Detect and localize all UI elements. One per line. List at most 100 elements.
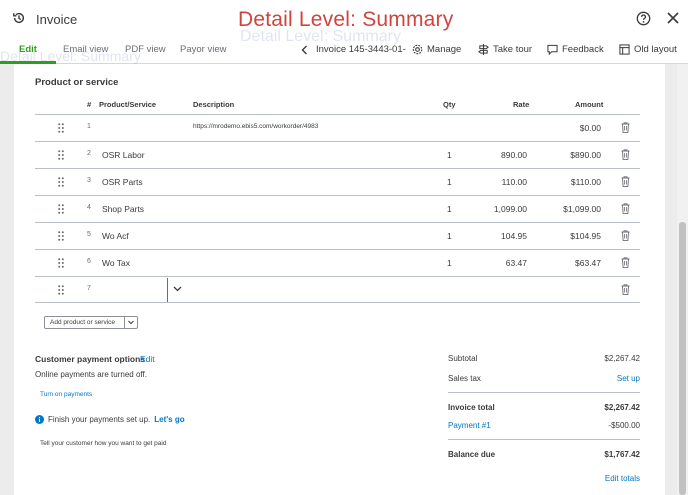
line-items: 1 https://mrodemo.ebis5.com/workorder/498… [35, 114, 640, 303]
history-icon[interactable] [12, 11, 26, 25]
tab-bar: Edit Email view PDF view Payor view Invo… [0, 38, 688, 64]
turn-on-payments-link[interactable]: Turn on payments [40, 391, 92, 398]
amount-cell: $0.00 [579, 123, 601, 133]
balance-due-value: $1,767.42 [604, 450, 640, 459]
finish-setup-notice: Finish your payments set up. Let's go [35, 415, 185, 424]
payment-status-text: Online payments are turned off. [35, 370, 147, 379]
trash-icon[interactable] [621, 176, 630, 187]
edit-totals-link[interactable]: Edit totals [605, 474, 640, 483]
trash-icon[interactable] [621, 149, 630, 160]
row-number: 6 [87, 258, 91, 265]
row-number: 2 [87, 150, 91, 157]
trash-icon[interactable] [621, 230, 630, 241]
drag-handle-icon[interactable] [58, 150, 64, 160]
speech-bubble-icon [547, 44, 558, 55]
finish-setup-text: Finish your payments set up. [48, 415, 151, 424]
trash-icon[interactable] [621, 284, 630, 295]
rate-cell[interactable]: 890.00 [501, 150, 527, 160]
tab-payor-view[interactable]: Payor view [180, 44, 226, 55]
table-row[interactable]: 1 https://mrodemo.ebis5.com/workorder/498… [35, 114, 640, 141]
col-rate: Rate [513, 100, 530, 109]
payment-link[interactable]: Payment #1 [448, 421, 491, 430]
add-product-dropdown[interactable] [124, 317, 137, 328]
add-product-button[interactable]: Add product or service [44, 316, 138, 329]
signpost-icon [478, 44, 489, 55]
rate-cell[interactable]: 63.47 [506, 258, 527, 268]
table-row[interactable]: 5 Wo Acf 1 104.95 $104.95 [35, 222, 640, 249]
invoice-total-value: $2,267.42 [604, 403, 640, 412]
rate-cell[interactable]: 110.00 [502, 177, 527, 187]
row-number: 7 [87, 285, 91, 292]
rate-cell[interactable]: 104.95 [501, 231, 527, 241]
qty-cell[interactable]: 1 [447, 231, 452, 241]
row-number: 3 [87, 177, 91, 184]
qty-cell[interactable]: 1 [447, 177, 452, 187]
amount-cell: $104.95 [570, 231, 601, 241]
amount-cell: $890.00 [570, 150, 601, 160]
info-icon [35, 415, 44, 424]
chevron-down-icon [173, 286, 182, 292]
product-cell[interactable]: Wo Acf [102, 231, 129, 241]
drag-handle-icon[interactable] [58, 177, 64, 187]
qty-cell[interactable]: 1 [447, 258, 452, 268]
chevron-left-icon[interactable] [300, 45, 309, 55]
rate-cell[interactable]: 1,099.00 [494, 204, 527, 214]
top-bar: Invoice Detail Level: Summary [0, 0, 688, 38]
description-cell[interactable]: https://mrodemo.ebis5.com/workorder/4983 [193, 123, 318, 130]
trash-icon[interactable] [621, 122, 630, 133]
sales-tax-label: Sales tax [448, 374, 481, 383]
chevron-down-icon [128, 320, 134, 325]
col-description: Description [193, 100, 235, 109]
col-num: # [87, 100, 92, 109]
app-title: Invoice [36, 12, 78, 27]
gear-icon [412, 44, 423, 55]
help-icon[interactable] [636, 11, 651, 26]
table-row[interactable]: 4 Shop Parts 1 1,099.00 $1,099.00 [35, 195, 640, 222]
invoice-total-label: Invoice total [448, 403, 495, 412]
product-cell[interactable]: OSR Parts [102, 177, 143, 187]
sales-tax-setup-link[interactable]: Set up [617, 374, 640, 383]
product-cell[interactable]: Wo Tax [102, 258, 130, 268]
amount-cell: $1,099.00 [563, 204, 601, 214]
totals-divider-2 [448, 439, 640, 440]
drag-handle-icon[interactable] [58, 123, 64, 133]
qty-cell[interactable]: 1 [447, 150, 452, 160]
drag-handle-icon[interactable] [58, 204, 64, 214]
drag-handle-icon[interactable] [58, 231, 64, 241]
lets-go-link[interactable]: Let's go [154, 415, 184, 424]
row-number: 1 [87, 123, 91, 130]
col-amount: Amount [575, 100, 604, 109]
trash-icon[interactable] [621, 257, 630, 268]
tab-edit[interactable]: Edit [19, 44, 37, 55]
scrollbar-thumb[interactable] [679, 222, 686, 495]
table-row[interactable]: 6 Wo Tax 1 63.47 $63.47 [35, 249, 640, 276]
detail-level-overlay: Detail Level: Summary [238, 8, 454, 31]
totals-divider [448, 392, 640, 393]
table-row[interactable]: 7 [35, 276, 640, 303]
row-number: 4 [87, 204, 91, 211]
balance-due-label: Balance due [448, 450, 496, 459]
manage-button[interactable]: Manage [412, 44, 461, 55]
tab-email-view[interactable]: Email view [63, 44, 108, 55]
old-layout-button[interactable]: Old layout [619, 44, 677, 55]
section-title: Product or service [35, 77, 119, 88]
drag-handle-icon[interactable] [58, 285, 64, 295]
payment-options-edit-link[interactable]: Edit [140, 354, 155, 364]
trash-icon[interactable] [621, 203, 630, 214]
layout-icon [619, 44, 630, 55]
amount-cell: $63.47 [575, 258, 601, 268]
product-cell[interactable]: Shop Parts [102, 204, 144, 214]
product-select-dropdown[interactable] [167, 278, 187, 302]
feedback-button[interactable]: Feedback [547, 44, 604, 55]
table-row[interactable]: 3 OSR Parts 1 110.00 $110.00 [35, 168, 640, 195]
qty-cell[interactable]: 1 [447, 204, 452, 214]
tab-pdf-view[interactable]: PDF view [125, 44, 166, 55]
take-tour-button[interactable]: Take tour [478, 44, 532, 55]
payment-options-title: Customer payment options [35, 354, 146, 364]
tell-customer-text: Tell your customer how you want to get p… [40, 440, 167, 447]
product-cell[interactable]: OSR Labor [102, 150, 145, 160]
drag-handle-icon[interactable] [58, 258, 64, 268]
close-icon[interactable] [667, 12, 679, 24]
table-row[interactable]: 2 OSR Labor 1 890.00 $890.00 [35, 141, 640, 168]
payment-value: -$500.00 [608, 421, 640, 430]
